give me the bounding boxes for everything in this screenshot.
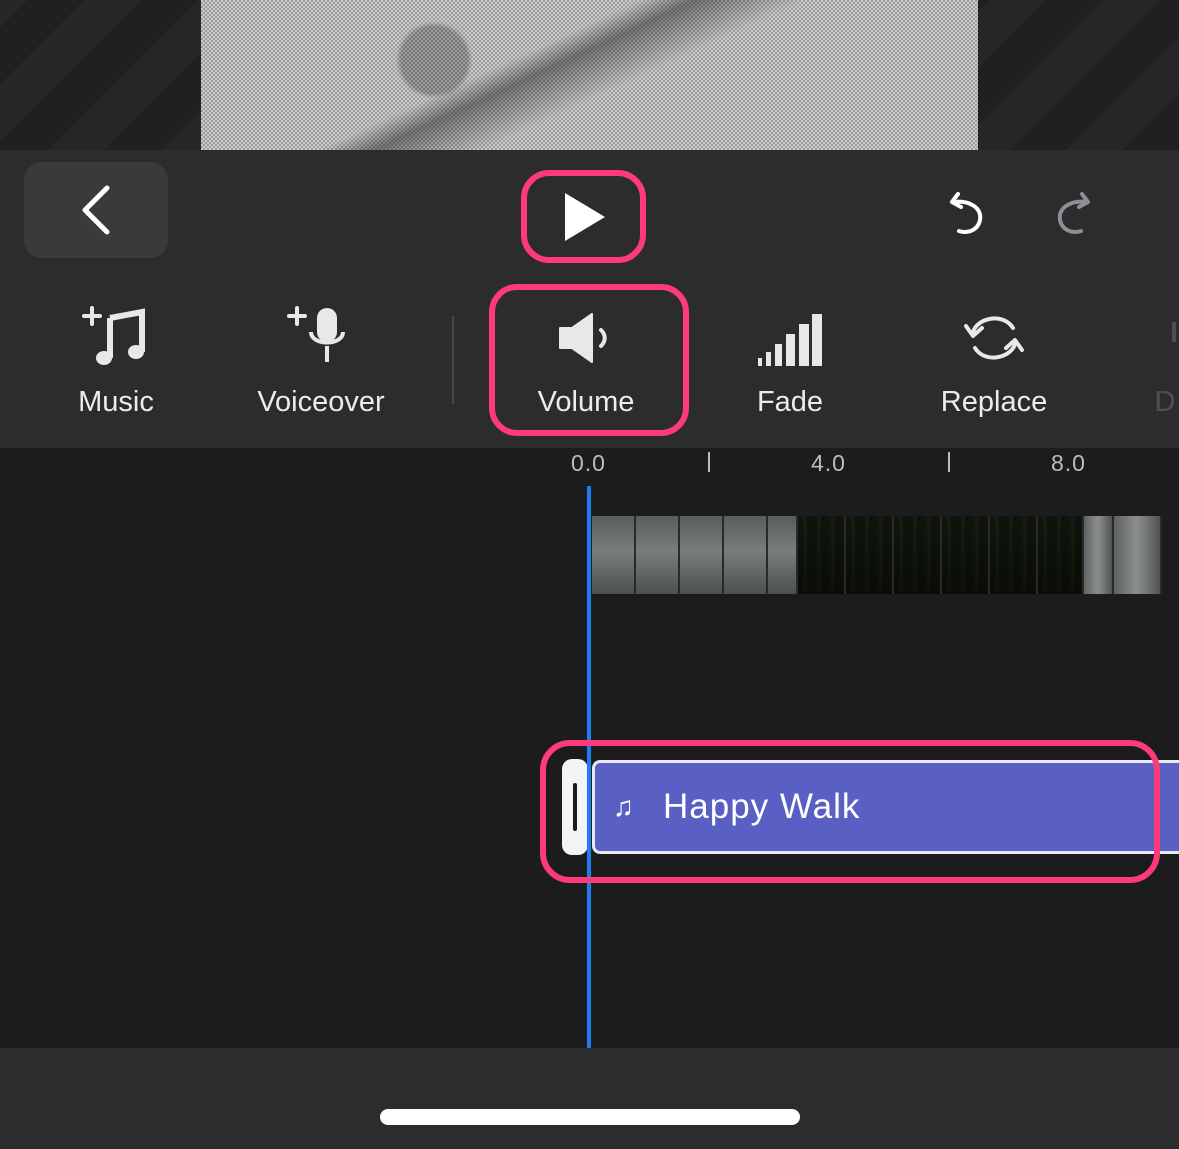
video-thumbnail xyxy=(1038,516,1084,594)
ruler-tick xyxy=(708,452,710,472)
video-thumbnail xyxy=(636,516,680,594)
add-music-icon xyxy=(82,306,145,365)
audio-clip-highlight-frame xyxy=(540,740,1160,883)
video-thumbnail xyxy=(894,516,942,594)
bottom-bar xyxy=(0,1048,1179,1149)
fade-bars-icon xyxy=(758,314,822,366)
tool-replace[interactable]: Replace xyxy=(934,296,1054,426)
video-thumbnail xyxy=(942,516,990,594)
video-thumbnail xyxy=(592,516,636,594)
play-button[interactable] xyxy=(521,170,646,263)
add-voiceover-icon xyxy=(287,306,345,362)
replace-icon xyxy=(964,316,1024,360)
undo-icon xyxy=(950,192,983,234)
video-thumbnail xyxy=(846,516,894,594)
tool-fade[interactable]: Fade xyxy=(740,296,840,426)
video-preview-frame xyxy=(201,0,978,150)
back-button[interactable] xyxy=(24,162,168,258)
play-icon xyxy=(564,192,605,241)
ruler-label: 8.0 xyxy=(1051,450,1086,476)
tool-label: D xyxy=(1154,386,1176,418)
undo-button[interactable] xyxy=(944,184,994,240)
ruler-label: 0.0 xyxy=(571,450,606,476)
tool-label: Fade xyxy=(756,386,824,418)
tool-label: Music xyxy=(78,386,154,418)
video-thumbnail xyxy=(724,516,768,594)
tool-partial[interactable]: D xyxy=(1150,296,1179,426)
tool-voiceover[interactable]: Voiceover xyxy=(246,296,396,426)
redo-icon xyxy=(1057,192,1090,234)
video-preview-area xyxy=(0,0,1179,150)
redo-button[interactable] xyxy=(1048,184,1098,240)
video-thumbnail xyxy=(1114,516,1162,594)
chevron-left-icon xyxy=(82,185,110,235)
video-thumbnail xyxy=(768,516,798,594)
video-thumbnail xyxy=(680,516,724,594)
tool-music[interactable]: Music xyxy=(56,296,176,426)
tool-label: Replace xyxy=(940,386,1048,418)
tool-label: Voiceover xyxy=(257,386,385,418)
video-thumbnail xyxy=(990,516,1038,594)
tool-divider xyxy=(452,316,454,404)
partial-tool-icon xyxy=(1172,322,1176,342)
video-track[interactable] xyxy=(592,516,1179,594)
volume-highlight-frame xyxy=(489,284,689,436)
ruler-label: 4.0 xyxy=(811,450,846,476)
video-thumbnail xyxy=(798,516,846,594)
home-indicator[interactable] xyxy=(380,1109,800,1125)
ruler-tick xyxy=(948,452,950,472)
video-thumbnail xyxy=(1084,516,1114,594)
